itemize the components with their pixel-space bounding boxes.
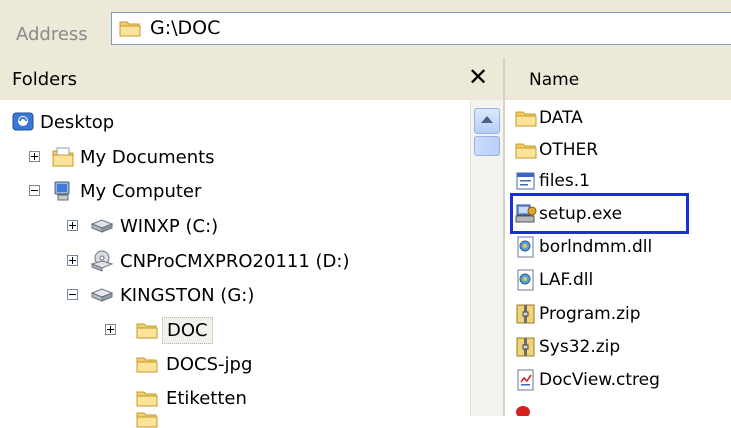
highlight-box (510, 193, 689, 234)
dll-file-icon (517, 269, 534, 291)
file-list: DATA OTHER files.1 setup.exe borlndmm.dl… (505, 100, 731, 416)
tree-item-docs-jpg[interactable]: DOCS-jpg (136, 348, 252, 380)
tree-item-my-computer[interactable]: My Computer (52, 175, 201, 207)
folder-icon (515, 107, 537, 129)
folder-icon (136, 389, 158, 407)
zip-file-icon (516, 304, 535, 324)
tree-item-label: KINGSTON (G:) (120, 284, 255, 306)
address-input[interactable]: G:\DOC (111, 12, 731, 45)
expand-toggle[interactable] (67, 220, 78, 231)
address-bar: Address G:\DOC (0, 0, 731, 59)
desktop-icon (12, 112, 34, 131)
list-header: Name (505, 58, 731, 101)
file-label: DocView.ctreg (539, 370, 660, 390)
file-label: Program.zip (539, 304, 641, 324)
scroll-up-button[interactable] (474, 108, 500, 134)
file-label: DATA (539, 108, 583, 128)
folder-icon (119, 19, 141, 37)
file-label: files.1 (539, 171, 590, 191)
tree-item-label: Desktop (40, 111, 115, 133)
tree-item-doc[interactable]: DOC (136, 314, 213, 346)
generic-file-icon (516, 172, 535, 190)
tree-scrollbar[interactable] (470, 100, 504, 416)
file-label: OTHER (539, 140, 599, 160)
hard-drive-icon (90, 219, 114, 233)
tree-item-kingston[interactable]: KINGSTON (G:) (90, 279, 254, 311)
tree-item-label: DOC (162, 316, 213, 344)
cd-drive-icon (90, 250, 114, 272)
zip-file-icon (516, 337, 535, 357)
folder-icon (136, 321, 158, 339)
my-documents-icon (52, 147, 74, 167)
tree-item-my-documents[interactable]: My Documents (52, 141, 215, 173)
tree-item-label: My Documents (80, 146, 215, 168)
collapse-toggle[interactable] (29, 185, 40, 196)
address-label: Address (16, 24, 88, 45)
tree-item-winxp[interactable]: WINXP (C:) (90, 210, 218, 242)
list-item[interactable]: Sys32.zip (515, 332, 620, 362)
folders-title: Folders (12, 69, 78, 90)
file-label: LAF.dll (539, 270, 594, 290)
list-item[interactable]: files.1 (515, 166, 590, 196)
tree-item-cd-drive[interactable]: CNProCMXPRO20111 (D:) (90, 245, 350, 277)
folder-tree: Desktop My Documents My Computer WINXP (… (0, 100, 470, 416)
expand-toggle[interactable] (29, 151, 40, 162)
tree-item-label: CNProCMXPRO20111 (D:) (120, 250, 350, 272)
list-item[interactable]: Program.zip (515, 299, 641, 329)
my-computer-icon (54, 181, 70, 201)
list-item[interactable]: borlndmm.dll (515, 232, 652, 262)
folder-icon (515, 139, 537, 161)
tree-item-label: WINXP (C:) (120, 215, 219, 237)
tree-item-label: DOCS-jpg (166, 353, 253, 375)
expand-toggle[interactable] (105, 324, 116, 335)
close-icon[interactable]: ✕ (464, 62, 492, 92)
file-label: Sys32.zip (539, 337, 621, 357)
folders-pane-header: Folders ✕ (0, 58, 503, 101)
dll-file-icon (517, 236, 534, 258)
removable-drive-icon (90, 288, 114, 302)
list-item[interactable]: DATA (515, 103, 583, 133)
tree-item-desktop[interactable]: Desktop (12, 106, 114, 138)
tree-item-label: My Computer (80, 180, 202, 202)
expand-toggle[interactable] (67, 255, 78, 266)
list-item[interactable]: OTHER (515, 135, 598, 165)
file-label: borlndmm.dll (539, 237, 653, 257)
list-item[interactable]: DocView.ctreg (515, 365, 660, 395)
folder-icon (136, 355, 158, 373)
column-header-name[interactable]: Name (529, 70, 579, 90)
partial-file-icon (516, 406, 530, 416)
folder-icon (136, 410, 158, 428)
registry-file-icon (517, 369, 534, 391)
list-item[interactable]: LAF.dll (515, 265, 593, 295)
address-path: G:\DOC (150, 17, 221, 39)
scroll-thumb[interactable] (474, 136, 500, 156)
tree-item-label: Etiketten (166, 387, 247, 409)
collapse-toggle[interactable] (67, 289, 78, 300)
